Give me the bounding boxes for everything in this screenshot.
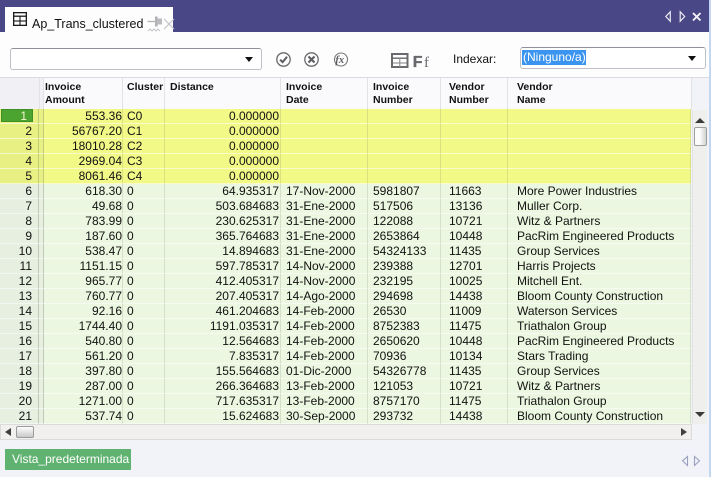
- svg-text:f: f: [424, 55, 429, 68]
- svg-text:F: F: [413, 54, 423, 68]
- svg-text:fx: fx: [335, 55, 344, 66]
